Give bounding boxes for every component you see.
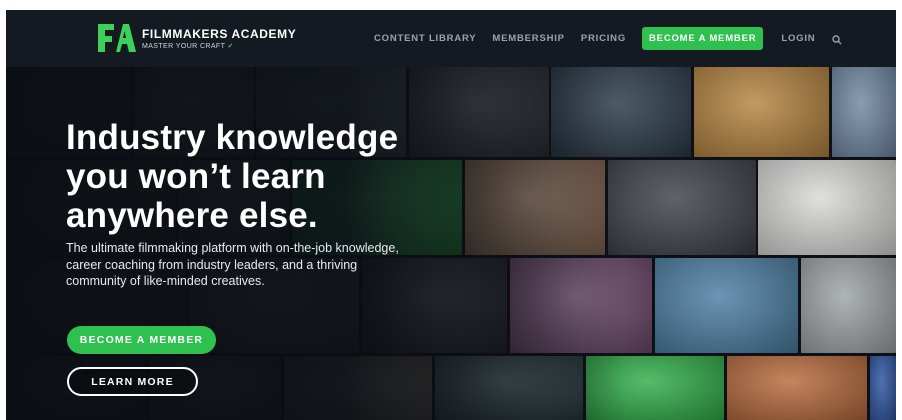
brand-logo[interactable]: FILMMAKERS ACADEMY MASTER YOUR CRAFT ✓ (96, 21, 296, 55)
main-menu: CONTENT LIBRARY MEMBERSHIP PRICING BECOM… (374, 27, 843, 50)
nav-content-library[interactable]: CONTENT LIBRARY (374, 33, 476, 44)
tagline-check-mark: ✓ (227, 42, 234, 50)
brand-tagline: MASTER YOUR CRAFT ✓ (142, 42, 234, 50)
nav-become-member-button[interactable]: BECOME A MEMBER (642, 27, 764, 50)
brand-logo-mark (96, 21, 136, 55)
photo-tile (694, 67, 829, 157)
photo-tile (655, 258, 798, 353)
nav-membership[interactable]: MEMBERSHIP (492, 33, 564, 44)
photo-tile (608, 160, 756, 255)
learn-more-button[interactable]: LEARN MORE (67, 367, 198, 396)
brand-name: FILMMAKERS ACADEMY (142, 26, 297, 41)
top-navbar: FILMMAKERS ACADEMY MASTER YOUR CRAFT ✓ C… (6, 10, 896, 67)
page-frame: FILMMAKERS ACADEMY MASTER YOUR CRAFT ✓ C… (6, 10, 896, 420)
photo-tile (870, 356, 896, 420)
photo-tile (727, 356, 867, 420)
search-icon[interactable] (831, 33, 843, 45)
become-member-button[interactable]: BECOME A MEMBER (67, 326, 216, 354)
hero-subtitle: The ultimate filmmaking platform with on… (66, 241, 399, 288)
hero-title: Industry knowledge you won’t learn anywh… (66, 118, 399, 235)
photo-tile (758, 160, 896, 255)
nav-login[interactable]: LOGIN (781, 33, 815, 44)
photo-tile (832, 67, 896, 157)
photo-tile (801, 258, 896, 353)
nav-pricing[interactable]: PRICING (581, 33, 626, 44)
